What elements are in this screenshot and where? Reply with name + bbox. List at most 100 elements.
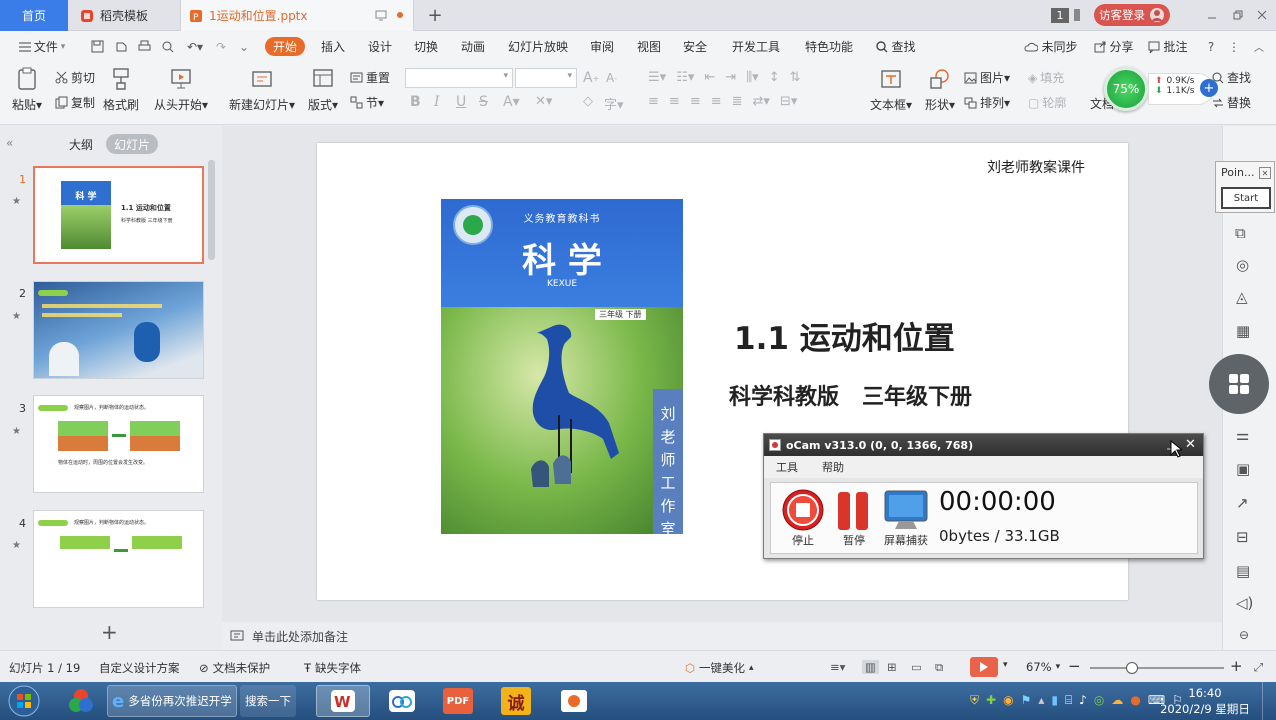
ocam-capture-button[interactable]: 屏幕捕获 — [881, 488, 931, 548]
table-icon[interactable]: ▦ — [1236, 322, 1250, 340]
collapse-panel-icon[interactable]: « — [6, 136, 13, 150]
design-scheme[interactable]: 自定义设计方案 — [99, 660, 180, 676]
zoom-slider-thumb[interactable] — [1126, 662, 1138, 674]
save-icon[interactable] — [90, 37, 104, 56]
taskbar-baidu-netdisk[interactable] — [376, 685, 428, 717]
settings-sliders-icon[interactable]: ⚌ — [1236, 426, 1249, 444]
clock[interactable]: 16:40 2020/2/9 星期日 — [1160, 685, 1250, 717]
new-slide-button[interactable]: 新建幻灯片▾ — [229, 67, 295, 113]
close-icon[interactable]: ✕ — [1259, 167, 1271, 179]
chevron-down-icon[interactable]: ▾ — [1003, 660, 1008, 670]
numbered-list-icon[interactable]: ☷▾ — [676, 70, 694, 85]
slide-title[interactable]: 1.1 运动和位置 — [734, 313, 955, 358]
help-icon[interactable]: ? — [1204, 37, 1218, 56]
tab-transition[interactable]: 切换 — [409, 37, 443, 56]
network-tray-icon[interactable]: ⌸ — [1065, 693, 1072, 708]
archive-icon[interactable]: ⊟ — [1236, 528, 1249, 546]
play-slideshow-button[interactable] — [970, 657, 998, 677]
zoom-out-button[interactable]: − — [1068, 657, 1081, 675]
reading-view-icon[interactable]: ▭ — [911, 660, 922, 674]
taskbar-cheng-app[interactable]: 诚 — [490, 685, 542, 717]
add-slide-button[interactable]: + — [101, 620, 118, 644]
format-painter-button[interactable]: 格式刷 — [103, 67, 139, 113]
chevron-up-tray-icon[interactable]: ▴ — [1038, 693, 1044, 708]
ocam-menu-tools[interactable]: 工具 — [776, 459, 798, 475]
collapse-sidebar-icon[interactable]: ⊖ — [1239, 628, 1249, 642]
indent-increase-icon[interactable]: ⇥ — [725, 70, 736, 85]
layout-button[interactable]: 版式▾ — [307, 67, 339, 113]
location-icon[interactable]: ◎ — [1236, 256, 1249, 274]
speaker-icon[interactable]: ◁) — [1236, 594, 1253, 612]
app-center-button[interactable] — [1209, 354, 1269, 414]
missing-font-status[interactable]: Ŧ 缺失字体 — [304, 660, 361, 676]
tab-view[interactable]: 视图 — [632, 37, 666, 56]
new-tab-button[interactable]: + — [426, 4, 444, 26]
close-icon[interactable] — [1254, 4, 1270, 26]
collapse-ribbon-icon[interactable]: ︿ — [1252, 37, 1266, 56]
paste-button[interactable]: 粘贴▾ — [12, 67, 42, 113]
tab-document[interactable]: P 1运动和位置.pptx — [180, 0, 414, 31]
copy-side-icon[interactable]: ⧉ — [1235, 224, 1246, 242]
section-button[interactable]: 节▾ — [350, 94, 384, 111]
image-side-icon[interactable]: ▣ — [1236, 460, 1250, 478]
start-button[interactable] — [2, 685, 46, 717]
notes-bar[interactable]: 单击此处添加备注 — [222, 622, 1222, 650]
share-side-icon[interactable]: ↗ — [1236, 494, 1249, 512]
picture-button[interactable]: 图片▾ — [964, 69, 1010, 86]
close-icon[interactable]: ✕ — [1185, 437, 1196, 452]
align-center-icon[interactable]: ≡ — [669, 94, 680, 109]
tab-home[interactable]: 首页 — [0, 0, 68, 31]
play-from-start-button[interactable]: 从头开始▾ — [154, 67, 208, 113]
show-desktop-button[interactable] — [1262, 682, 1276, 720]
zoom-level[interactable]: 67% ▾ — [1026, 660, 1060, 674]
undo-icon[interactable]: ↶▾ — [184, 37, 206, 56]
signal-tray-icon[interactable]: ▮ — [1051, 693, 1058, 708]
presenter-view-icon[interactable]: ⧉ — [935, 660, 943, 675]
align-text-icon[interactable]: ⊟▾ — [780, 94, 797, 109]
slides-tab[interactable]: 幻灯片 — [106, 134, 158, 154]
font-color-icon[interactable]: A▾ — [503, 94, 520, 110]
line-spacing-icon[interactable]: ↕ — [769, 70, 780, 85]
font-family-select[interactable]: ▾ — [405, 68, 513, 88]
zoom-in-button[interactable]: + — [1230, 657, 1243, 675]
text-effect-icon[interactable]: 字▾ — [604, 94, 624, 113]
arrange-button[interactable]: 排列▾ — [964, 94, 1010, 111]
underline-icon[interactable]: U — [456, 94, 466, 110]
copy-button[interactable]: 复制 — [55, 94, 95, 111]
replace-button[interactable]: 替换 — [1212, 94, 1251, 111]
outline-button[interactable]: ▢ 轮廓 — [1028, 94, 1066, 111]
app-tray-icon[interactable]: ● — [1130, 693, 1140, 708]
more-icon[interactable]: ⌄ — [238, 37, 250, 56]
normal-view-icon[interactable]: ▥ — [862, 660, 879, 674]
ocam-pause-button[interactable]: 暂停 — [834, 488, 874, 548]
align-left-icon[interactable]: ≡ — [648, 94, 659, 109]
guest-login-button[interactable]: 访客登录 — [1094, 4, 1170, 26]
shield-tray-icon[interactable]: ⛨ — [970, 693, 979, 708]
tab-animation[interactable]: 动画 — [456, 37, 490, 56]
outline-tab[interactable]: 大纲 — [69, 136, 93, 153]
ocam-stop-button[interactable]: 停止 — [781, 488, 825, 548]
zoom-slider[interactable] — [1090, 662, 1224, 674]
tab-security[interactable]: 安全 — [678, 37, 712, 56]
cut-button[interactable]: 剪切 — [55, 69, 95, 86]
monitor-icon[interactable] — [375, 10, 387, 21]
textbox-button[interactable]: 文本框▾ — [868, 67, 914, 113]
taskbar-ie-window[interactable]: e 多省份再次推迟开学 — [107, 685, 237, 717]
cloud-tray-icon[interactable]: ☁ — [1111, 693, 1123, 708]
indent-decrease-icon[interactable]: ⇤ — [704, 70, 715, 85]
distribute-icon[interactable]: ≣ — [732, 94, 743, 109]
more-options-icon[interactable]: ⋮ — [1228, 37, 1240, 56]
tab-developer[interactable]: 开发工具 — [729, 37, 783, 56]
shape-fill-icon[interactable]: ◬ — [1236, 288, 1248, 306]
bell-tray-icon[interactable]: ◉ — [1003, 693, 1013, 708]
slide-thumbnail-4[interactable]: 观察图片，判断物体的运动状态。 — [33, 510, 204, 608]
bullet-list-icon[interactable]: ☰▾ — [648, 70, 666, 85]
clear-format-icon[interactable]: ◇ — [583, 94, 593, 109]
font-shrink-icon[interactable]: A- — [606, 71, 617, 85]
tab-slideshow[interactable]: 幻灯片放映 — [505, 37, 571, 56]
point-start-button[interactable]: Start — [1221, 187, 1271, 209]
taskbar-search[interactable]: 搜索一下 — [240, 685, 296, 717]
beautify-button[interactable]: ⬡ 一键美化 ▴ — [685, 660, 754, 676]
redo-icon[interactable]: ↷ — [214, 37, 228, 56]
column-icon[interactable]: ⫼▾ — [746, 70, 759, 85]
